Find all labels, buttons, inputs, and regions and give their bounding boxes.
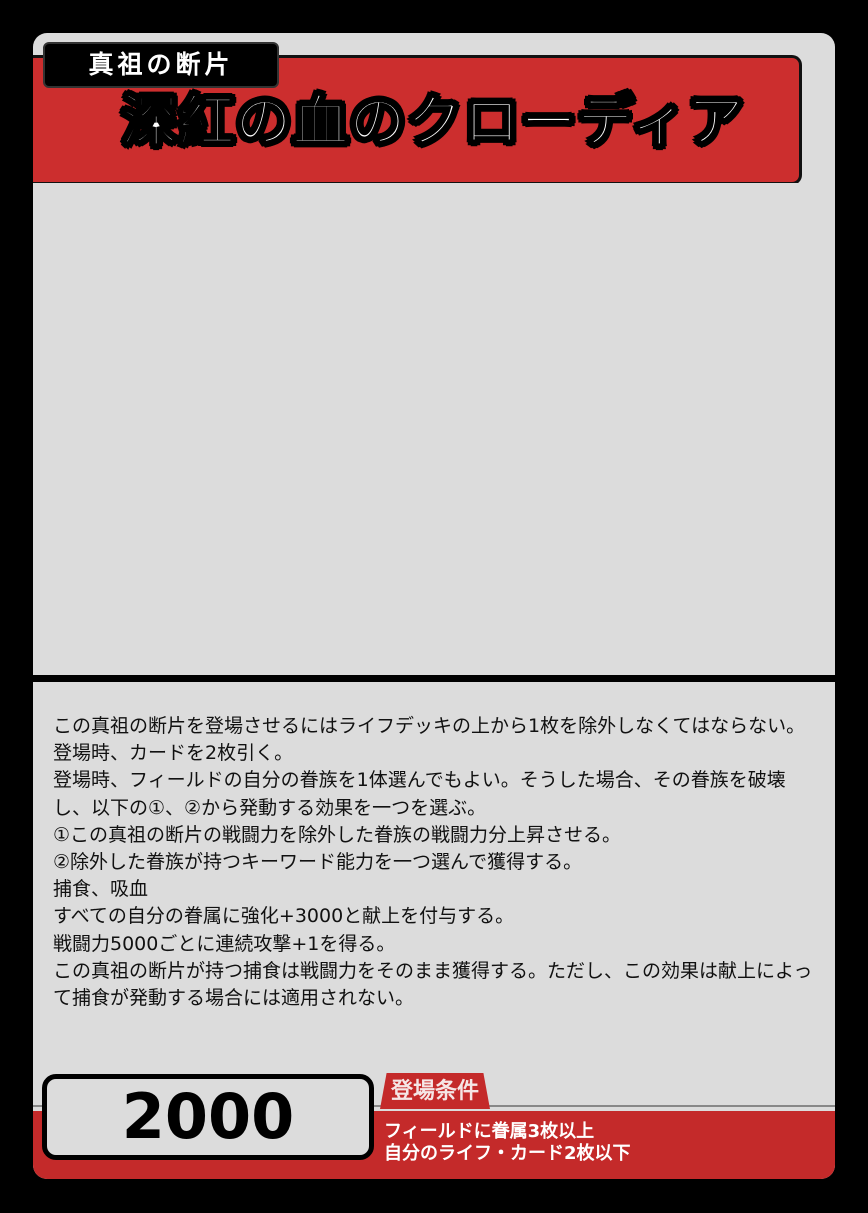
- effect-line: 捕食、吸血: [53, 878, 149, 901]
- effect-line: 戦闘力5000ごとに連続攻撃+1を得る。: [53, 932, 396, 955]
- card-effect-text: この真祖の断片を登場させるにはライフデッキの上から1枚を除外しなくてはならない。…: [53, 713, 821, 1012]
- effect-line: 登場時、フィールドの自分の眷族を1体選んでもよい。そうした場合、その眷族を破壊し…: [53, 769, 786, 819]
- condition-label: 登場条件: [380, 1073, 490, 1109]
- effect-line: ①この真祖の断片の戦闘力を除外した眷族の戦闘力分上昇させる。: [53, 823, 622, 846]
- power-value: 2000: [42, 1074, 374, 1160]
- card-name: 深紅の血のクローディア: [120, 89, 745, 156]
- game-card: 真祖の断片 深紅の血のクローディア この真祖の断片を登場させるにはライフデッキの…: [33, 33, 835, 1179]
- card-art-area: [33, 183, 835, 675]
- condition-line: 自分のライフ・カード2枚以下: [384, 1143, 631, 1164]
- condition-text: フィールドに眷属3枚以上 自分のライフ・カード2枚以下: [384, 1121, 824, 1165]
- art-divider: [33, 675, 835, 682]
- effect-line: 登場時、カードを2枚引く。: [53, 742, 294, 765]
- effect-line: この真祖の断片を登場させるにはライフデッキの上から1枚を除外しなくてはならない。: [53, 715, 806, 737]
- effect-line: この真祖の断片が持つ捕食は戦闘力をそのまま獲得する。ただし、この効果は献上によっ…: [53, 959, 813, 1010]
- card-category-tab: 真祖の断片: [43, 42, 279, 88]
- effect-line: すべての自分の眷属に強化+3000と献上を付与する。: [53, 905, 515, 928]
- condition-line: フィールドに眷属3枚以上: [384, 1121, 595, 1142]
- effect-line: ②除外した眷族が持つキーワード能力を一つ選んで獲得する。: [53, 851, 583, 874]
